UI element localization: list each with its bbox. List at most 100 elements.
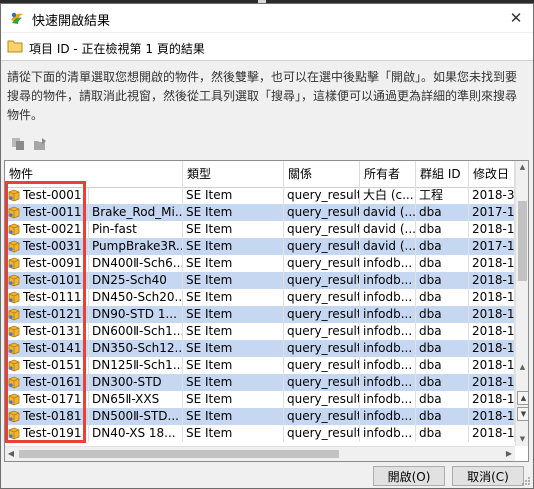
cell-type: SE Item [183, 289, 284, 306]
item-object-icon [8, 376, 20, 389]
column-header-object[interactable]: 物件 [5, 161, 183, 187]
table-row[interactable]: Test-0131 DN600Ⅱ-Sch1... SE Item query_resu… [5, 323, 515, 340]
table-row[interactable]: Test-0011 Brake_Rod_Mi... SE Item query_res… [5, 204, 515, 221]
cell-group-id: dba [416, 357, 469, 374]
cell-item-name [89, 187, 183, 204]
cell-owner: infodb... [360, 391, 416, 408]
cell-group-id: dba [416, 204, 469, 221]
cell-owner: david (... [360, 204, 416, 221]
horizontal-scroll-thumb[interactable] [19, 450, 339, 458]
cell-type: SE Item [183, 204, 284, 221]
column-header-modified-date[interactable]: 修改日 [469, 161, 515, 187]
item-object-icon [8, 393, 20, 406]
cell-relation: query_results [284, 306, 360, 323]
cell-group-id: dba [416, 221, 469, 238]
table-row[interactable]: Test-0031 PumpBrake3R... SE Item query_resu… [5, 238, 515, 255]
column-header-type[interactable]: 類型 [183, 161, 284, 187]
cell-item-name: DN25-Sch40 [89, 272, 183, 289]
cell-item-name: DN125Ⅱ-Sch1... [89, 357, 183, 374]
cell-item-name: DN90-STD 1... [89, 306, 183, 323]
cell-modified-date: 2017-1 [469, 204, 515, 221]
table-row[interactable]: Test-0091 DN400Ⅱ-Sch6... SE Item query_resu… [5, 255, 515, 272]
item-object-icon [8, 427, 20, 440]
cell-group-id: dba [416, 408, 469, 425]
item-object-icon [8, 291, 20, 304]
cell-group-id: 工程 [416, 187, 469, 204]
cell-modified-date: 2018-1 [469, 323, 515, 340]
cell-relation: query_results [284, 340, 360, 357]
item-object-icon [8, 274, 20, 287]
cell-modified-date: 2018-1 [469, 340, 515, 357]
cell-group-id: dba [416, 323, 469, 340]
cell-type: SE Item [183, 340, 284, 357]
cell-relation: query_results [284, 408, 360, 425]
table-row[interactable]: Test-0191 DN40-XS 18... SE Item query_resul… [5, 425, 515, 442]
cell-item-name: Pin-fast [89, 221, 183, 238]
cell-item-name: DN350-Sch12... [89, 340, 183, 357]
open-folder-icon[interactable] [33, 137, 47, 151]
item-object-icon [8, 410, 20, 423]
item-object-icon [8, 240, 20, 253]
cell-modified-date: 2018-1 [469, 306, 515, 323]
window-title: 快速開啟結果 [32, 14, 111, 29]
table-row[interactable]: Test-0111 DN450-Sch20... SE Item query_resu… [5, 289, 515, 306]
side-up-button[interactable]: ▲ [517, 391, 528, 405]
cell-type: SE Item [183, 187, 284, 204]
copy-icon[interactable] [11, 137, 25, 151]
cell-modified-date: 2018-1 [469, 272, 515, 289]
cell-owner: infodb... [360, 323, 416, 340]
scroll-right-icon[interactable]: ▶ [503, 447, 515, 461]
cell-modified-date: 2018-1 [469, 374, 515, 391]
table-row[interactable]: Test-0181 DN500Ⅱ-STD... SE Item query_resul… [5, 408, 515, 425]
item-object-icon [8, 189, 20, 202]
close-icon[interactable]: ✕ [505, 7, 527, 29]
cell-type: SE Item [183, 221, 284, 238]
scroll-down-icon[interactable]: ▼ [516, 433, 528, 445]
table-row[interactable]: Test-0121 DN90-STD 1... SE Item query_resul… [5, 306, 515, 323]
cell-relation: query_results [284, 391, 360, 408]
cell-type: SE Item [183, 272, 284, 289]
cell-owner: infodb... [360, 408, 416, 425]
cell-item-name: DN450-Sch20... [89, 289, 183, 306]
results-grid: 物件 類型 關係 所有者 群組 ID 修改日 Test-0001 SE Item q… [4, 160, 529, 462]
item-object-icon [8, 223, 20, 236]
cell-owner: infodb... [360, 272, 416, 289]
instructions-text: 請從下面的清單選取您想開啟的物件，然後雙擊，也可以在選中後點擊「開啟」。如果您未… [7, 70, 518, 122]
cell-modified-date: 2018-1 [469, 391, 515, 408]
column-header-relation[interactable]: 關係 [284, 161, 360, 187]
cell-item-name: PumpBrake3R... [89, 238, 183, 255]
open-button[interactable]: 開啟(O) [373, 466, 445, 486]
item-object-icon [8, 325, 20, 338]
cell-item-name: DN500Ⅱ-STD... [89, 408, 183, 425]
cell-group-id: dba [416, 374, 469, 391]
table-row[interactable]: Test-0161 DN300-STD SE Item query_results in… [5, 374, 515, 391]
column-header-group-id[interactable]: 群組 ID [416, 161, 469, 187]
vertical-scroll-thumb[interactable] [518, 201, 527, 281]
vertical-scrollbar[interactable]: ▲ ▲ ▲ ▼ ▼ [515, 161, 528, 446]
cancel-button[interactable]: 取消(C) [452, 466, 524, 486]
cell-modified-date: 2018-1 [469, 408, 515, 425]
table-row[interactable]: Test-0151 DN125Ⅱ-Sch1... SE Item query_resu… [5, 357, 515, 374]
cell-modified-date: 2017-1 [469, 238, 515, 255]
cell-relation: query_results [284, 187, 360, 204]
scroll-up-icon[interactable]: ▲ [516, 161, 528, 173]
item-object-icon [8, 257, 20, 270]
horizontal-scrollbar[interactable]: ◀ ▶ [5, 446, 515, 461]
cell-type: SE Item [183, 238, 284, 255]
cell-item-name: DN300-STD [89, 374, 183, 391]
table-row[interactable]: Test-0171 DN65Ⅱ-XXS SE Item query_results in… [5, 391, 515, 408]
side-down-button[interactable]: ▼ [517, 407, 528, 421]
cell-owner: david (... [360, 221, 416, 238]
table-row[interactable]: Test-0141 DN350-Sch12... SE Item query_resu… [5, 340, 515, 357]
resize-grip-icon[interactable] [521, 476, 531, 486]
cell-modified-date: 2018-1 [469, 255, 515, 272]
scroll-up-icon-lower[interactable]: ▲ [516, 361, 528, 373]
cell-owner: infodb... [360, 374, 416, 391]
cell-item-name: Brake_Rod_Mi... [89, 204, 183, 221]
title-bar: 快速開啟結果 ✕ [1, 4, 533, 32]
column-header-owner[interactable]: 所有者 [360, 161, 416, 187]
table-row[interactable]: Test-0001 SE Item query_results 大白 (c... 工程 2… [5, 187, 515, 204]
scroll-left-icon[interactable]: ◀ [5, 447, 17, 461]
table-row[interactable]: Test-0101 DN25-Sch40 SE Item query_results i… [5, 272, 515, 289]
table-row[interactable]: Test-0021 Pin-fast SE Item query_results dav… [5, 221, 515, 238]
